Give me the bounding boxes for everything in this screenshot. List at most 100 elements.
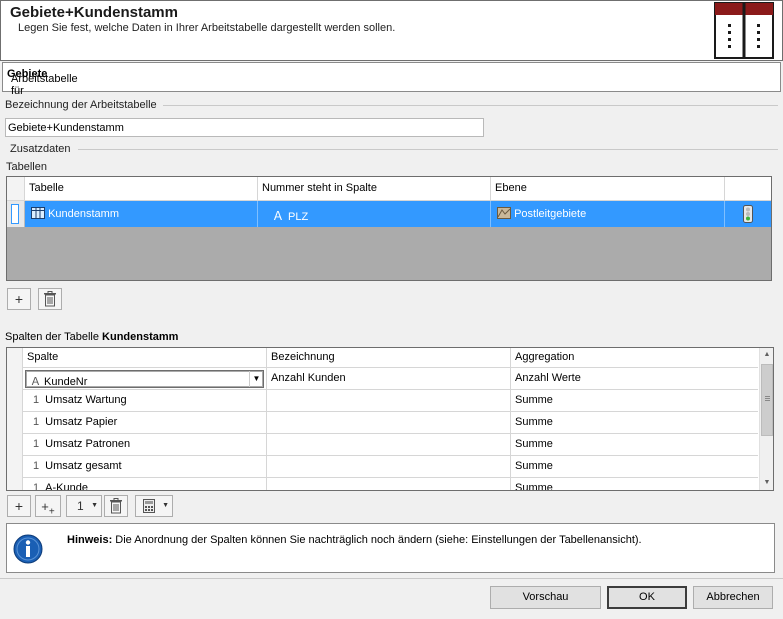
chevron-down-icon: ▼ [91, 502, 98, 509]
numeric-type-icon: 1 [33, 438, 40, 450]
row-selector[interactable] [7, 412, 23, 434]
spalte-combobox[interactable]: Ａ KundeNr ▼ [25, 370, 264, 388]
delete-column-button[interactable] [104, 495, 128, 517]
columns-section-label: Spalten der Tabelle Kundenstamm [5, 331, 179, 343]
scroll-down-icon[interactable]: ▼ [760, 476, 773, 490]
worktable-section-bar: Arbeitstabelle für Gebiete [2, 62, 781, 97]
tables-grid-row-selected[interactable]: Kundenstamm Ａ PLZ Postleitgebiete [7, 201, 771, 227]
chevron-down-icon: ▼ [162, 502, 169, 509]
scrollbar-thumb[interactable] [761, 364, 773, 436]
cell-bezeichnung[interactable]: Anzahl Kunden [267, 368, 511, 390]
column-header-status [725, 177, 771, 200]
row-selector[interactable] [7, 201, 25, 227]
cell-spalte[interactable]: 1 Umsatz Patronen [23, 434, 267, 456]
cell-bezeichnung[interactable] [267, 434, 511, 456]
cell-table[interactable]: Kundenstamm [25, 201, 258, 227]
cancel-button[interactable]: Abbrechen [693, 586, 773, 609]
add-multiple-columns-button[interactable]: ++ [35, 495, 61, 518]
row-selector[interactable] [7, 390, 23, 412]
trash-icon [110, 498, 122, 514]
delete-table-button[interactable] [38, 288, 62, 310]
worktable-label: Arbeitstabelle für Gebiete [7, 68, 78, 97]
row-selector[interactable] [7, 434, 23, 456]
map-level-icon [497, 207, 511, 219]
column-header-table[interactable]: Tabelle [25, 177, 258, 200]
number-dropdown[interactable]: 1 ▼ [66, 495, 102, 517]
cell-spalte[interactable]: 1 Umsatz Wartung [23, 390, 267, 412]
cell-level[interactable]: Postleitgebiete [491, 201, 725, 227]
row-selector[interactable] [7, 456, 23, 478]
columns-grid[interactable]: Spalte Bezeichnung Aggregation Ａ KundeNr … [6, 347, 774, 491]
columns-row[interactable]: 1 Umsatz Papier Summe [7, 412, 758, 434]
row-header-corner [7, 177, 25, 200]
cell-aggregation[interactable]: Summe [511, 390, 758, 412]
column-header-number-column[interactable]: Nummer steht in Spalte [258, 177, 491, 200]
cell-bezeichnung[interactable] [267, 478, 511, 490]
columns-grid-scrollbar[interactable]: ▲ ▼ [759, 348, 773, 490]
numeric-type-icon: 1 [33, 460, 40, 472]
plus-multiple-icon: ++ [41, 499, 55, 518]
table-icon [31, 207, 45, 219]
numeric-type-icon: 1 [33, 482, 40, 491]
column-header-aggregation[interactable]: Aggregation [511, 348, 758, 368]
cell-spalte[interactable]: 1 A-Kunde [23, 478, 267, 491]
columns-row[interactable]: 1 Umsatz Wartung Summe [7, 390, 758, 412]
name-group-rule [163, 105, 778, 106]
footer-divider [0, 578, 783, 579]
traffic-light-icon [743, 205, 753, 223]
tables-label: Tabellen [6, 161, 47, 173]
cell-aggregation[interactable]: Summe [511, 412, 758, 434]
cell-aggregation[interactable]: Summe [511, 478, 758, 490]
extra-data-rule [78, 149, 778, 150]
cell-aggregation[interactable]: Summe [511, 456, 758, 478]
columns-grid-header: Spalte Bezeichnung Aggregation [7, 348, 758, 368]
row-selector[interactable] [7, 368, 23, 390]
row-selector[interactable] [7, 478, 23, 490]
numeric-type-icon: 1 [33, 394, 40, 406]
scroll-up-icon[interactable]: ▲ [760, 348, 773, 362]
plus-icon: + [14, 291, 24, 307]
cell-bezeichnung[interactable] [267, 412, 511, 434]
cell-number-column[interactable]: Ａ PLZ [258, 201, 491, 227]
worktable-logo-icon [714, 2, 774, 59]
column-header-spalte[interactable]: Spalte [23, 348, 267, 368]
calculator-icon [143, 499, 155, 513]
cell-aggregation[interactable]: Summe [511, 434, 758, 456]
worktable-name-input[interactable] [5, 118, 484, 137]
dialog-subtitle: Legen Sie fest, welche Daten in Ihrer Ar… [18, 22, 396, 34]
cell-spalte[interactable]: Ａ KundeNr ▼ [23, 368, 267, 390]
column-header-level[interactable]: Ebene [491, 177, 725, 200]
cell-spalte[interactable]: 1 Umsatz gesamt [23, 456, 267, 478]
columns-row[interactable]: 1 Umsatz Patronen Summe [7, 434, 758, 456]
columns-row[interactable]: 1 Umsatz gesamt Summe [7, 456, 758, 478]
add-table-button[interactable]: + [7, 288, 31, 310]
add-column-button[interactable]: + [7, 495, 31, 517]
plus-icon: + [14, 498, 24, 514]
columns-table-name: Kundenstamm [102, 331, 179, 343]
text-type-icon: Ａ [30, 376, 41, 388]
calculator-dropdown[interactable]: ▼ [135, 495, 173, 517]
ok-button[interactable]: OK [607, 586, 687, 609]
tables-grid[interactable]: Tabelle Nummer steht in Spalte Ebene Kun… [6, 176, 772, 281]
tables-grid-header: Tabelle Nummer steht in Spalte Ebene [7, 177, 771, 201]
cell-bezeichnung[interactable] [267, 456, 511, 478]
text-type-icon: Ａ [272, 209, 285, 223]
hint-text: Hinweis: Die Anordnung der Spalten könne… [67, 534, 642, 546]
dialog-header: Gebiete+Kundenstamm Legen Sie fest, welc… [0, 0, 783, 61]
preview-button[interactable]: Vorschau [490, 586, 601, 609]
cell-spalte[interactable]: 1 Umsatz Papier [23, 412, 267, 434]
name-group-label: Bezeichnung der Arbeitstabelle [5, 99, 157, 111]
trash-icon [44, 291, 56, 307]
dialog-title: Gebiete+Kundenstamm [10, 4, 178, 21]
numeric-type-icon: 1 [33, 416, 40, 428]
cell-aggregation[interactable]: Anzahl Werte [511, 368, 758, 390]
chevron-down-icon[interactable]: ▼ [249, 371, 263, 387]
column-header-bezeichnung[interactable]: Bezeichnung [267, 348, 511, 368]
hint-box: Hinweis: Die Anordnung der Spalten könne… [6, 523, 775, 573]
extra-data-label: Zusatzdaten [10, 143, 71, 155]
columns-row[interactable]: 1 A-Kunde Summe [7, 478, 758, 491]
columns-row[interactable]: Ａ KundeNr ▼ Anzahl Kunden Anzahl Werte [7, 368, 758, 390]
row-header-corner [7, 348, 23, 368]
cell-bezeichnung[interactable] [267, 390, 511, 412]
cell-status[interactable] [725, 201, 771, 227]
